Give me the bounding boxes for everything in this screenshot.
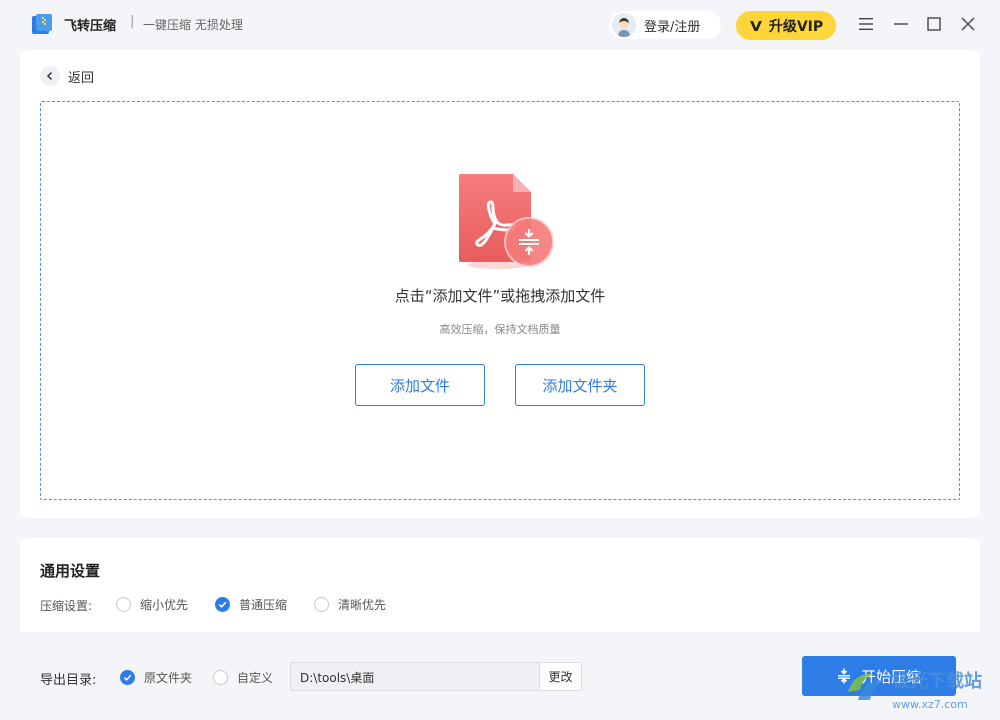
drop-subtitle: 高效压缩，保持文档质量 — [439, 323, 561, 336]
avatar-icon — [612, 13, 636, 37]
radio-label: 普通压缩 — [239, 598, 288, 612]
drop-title: 点击“添加文件”或拖拽添加文件 — [394, 287, 606, 305]
app-logo-icon — [32, 14, 52, 34]
minimize-icon[interactable] — [890, 13, 912, 35]
radio-label: 缩小优先 — [140, 598, 189, 612]
add-folder-button[interactable]: 添加文件夹 — [515, 364, 645, 406]
hamburger-icon[interactable] — [855, 13, 877, 35]
radio-original-folder[interactable]: 原文件夹 — [120, 669, 192, 686]
drop-zone[interactable]: 点击“添加文件”或拖拽添加文件 高效压缩，保持文档质量 添加文件 添加文件夹 — [40, 101, 960, 500]
upload-panel: 返回 点击“添加文件”或拖拽添加文件 高效压缩，保持文档质量 添加文件 添加文件… — [20, 50, 980, 518]
radio-normal-compress[interactable]: 普通压缩 — [215, 596, 287, 613]
radio-checked-icon — [215, 597, 230, 612]
back-button[interactable]: 返回 — [40, 66, 94, 86]
watermark: 极光下载站 www.xz7.com — [840, 660, 1000, 720]
radio-label: 原文件夹 — [144, 671, 193, 685]
output-dir-label: 导出目录: — [40, 673, 97, 688]
vip-label: 升级VIP — [768, 18, 824, 35]
login-button[interactable]: 登录/注册 — [609, 11, 721, 39]
change-dir-button[interactable]: 更改 — [539, 662, 582, 691]
radio-unchecked-icon — [213, 670, 228, 685]
radio-unchecked-icon — [116, 597, 131, 612]
title-separator: | — [130, 14, 135, 29]
title-bar: 飞转压缩 | 一键压缩 无损处理 登录/注册 升级VIP — [0, 0, 1000, 50]
watermark-url: www.xz7.com — [892, 698, 968, 711]
radio-label: 清晰优先 — [338, 598, 387, 612]
compression-label: 压缩设置: — [40, 599, 93, 613]
radio-clarity-first[interactable]: 清晰优先 — [314, 596, 386, 613]
add-file-button[interactable]: 添加文件 — [355, 364, 485, 406]
radio-custom-folder[interactable]: 自定义 — [213, 669, 273, 686]
settings-panel: 通用设置 压缩设置: 缩小优先 普通压缩 清晰优先 — [20, 538, 980, 632]
radio-shrink-first[interactable]: 缩小优先 — [116, 596, 188, 613]
watermark-logo-icon — [848, 673, 884, 700]
close-icon[interactable] — [957, 13, 979, 35]
back-label: 返回 — [68, 70, 95, 86]
vip-icon — [749, 20, 762, 31]
login-label: 登录/注册 — [644, 19, 701, 35]
output-path-field[interactable]: D:\tools\桌面 — [290, 662, 540, 691]
upgrade-vip-button[interactable]: 升级VIP — [736, 11, 836, 40]
radio-checked-icon — [120, 670, 135, 685]
watermark-text: 极光下载站 — [892, 671, 982, 692]
pdf-compress-icon — [459, 174, 554, 269]
maximize-icon[interactable] — [923, 13, 945, 35]
radio-label: 自定义 — [237, 671, 274, 685]
settings-title: 通用设置 — [40, 562, 101, 580]
radio-unchecked-icon — [314, 597, 329, 612]
chevron-left-icon — [40, 66, 60, 86]
app-name: 飞转压缩 — [64, 19, 117, 34]
app-slogan: 一键压缩 无损处理 — [143, 18, 243, 32]
